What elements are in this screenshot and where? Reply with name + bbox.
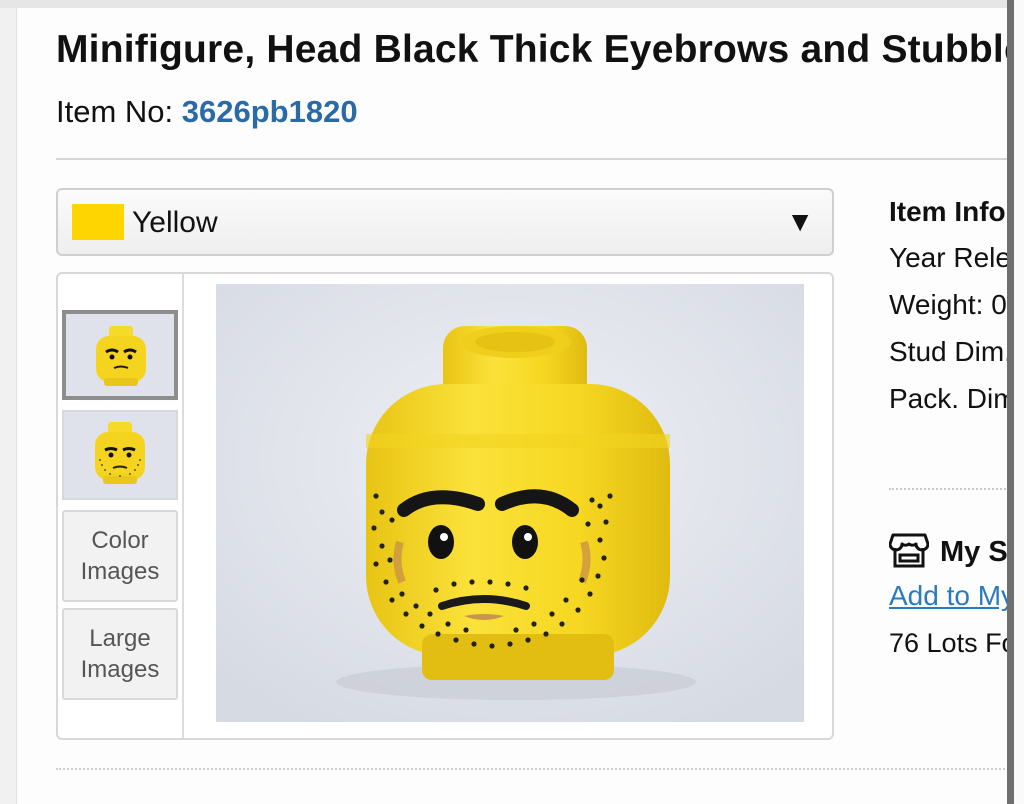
dotted-divider bbox=[889, 488, 1007, 490]
color-dropdown[interactable]: Yellow ▼ bbox=[56, 188, 834, 256]
item-number-value[interactable]: 3626pb1820 bbox=[182, 94, 358, 129]
thumbnail-column: Color Images Large Images bbox=[58, 274, 184, 738]
content-area: Minifigure, Head Black Thick Eyebrows an… bbox=[0, 0, 1007, 804]
divider bbox=[56, 158, 1007, 160]
minifig-head-photo bbox=[216, 284, 804, 722]
item-info-pack-dim: Pack. Dim bbox=[889, 383, 1007, 414]
minifig-head-thumbnail-back bbox=[64, 412, 176, 498]
main-product-image[interactable] bbox=[216, 284, 804, 722]
item-info-stud-dim: Stud Dim. bbox=[889, 336, 1007, 367]
item-number-label: Item No: bbox=[56, 94, 174, 129]
item-info-title: Item Info bbox=[889, 196, 1006, 227]
color-dropdown-value: Yellow bbox=[132, 206, 218, 239]
my-store-title: My St bbox=[940, 536, 1007, 568]
item-info-weight: Weight: 0. bbox=[889, 289, 1007, 320]
scroll-track bbox=[1014, 0, 1024, 804]
dropdown-arrow-icon: ▼ bbox=[786, 206, 814, 237]
add-to-my-store-link[interactable]: Add to My bbox=[889, 580, 1007, 612]
item-number: Item No: 3626pb1820 bbox=[56, 94, 358, 130]
minifig-head-thumbnail-front bbox=[66, 314, 174, 396]
lots-for-sale[interactable]: 76 Lots Fo bbox=[889, 628, 1007, 659]
thumbnail-front[interactable] bbox=[62, 310, 178, 400]
color-swatch bbox=[72, 204, 124, 240]
store-icon bbox=[889, 533, 929, 568]
thumbnail-back[interactable] bbox=[62, 410, 178, 500]
image-gallery: Color Images Large Images bbox=[56, 272, 834, 740]
color-images-button[interactable]: Color Images bbox=[62, 510, 178, 602]
dotted-divider-bottom bbox=[56, 768, 1007, 770]
page-title: Minifigure, Head Black Thick Eyebrows an… bbox=[56, 28, 1007, 71]
scrollbar[interactable] bbox=[1007, 0, 1014, 804]
large-images-button[interactable]: Large Images bbox=[62, 608, 178, 700]
item-info-year: Year Rele bbox=[889, 242, 1007, 273]
